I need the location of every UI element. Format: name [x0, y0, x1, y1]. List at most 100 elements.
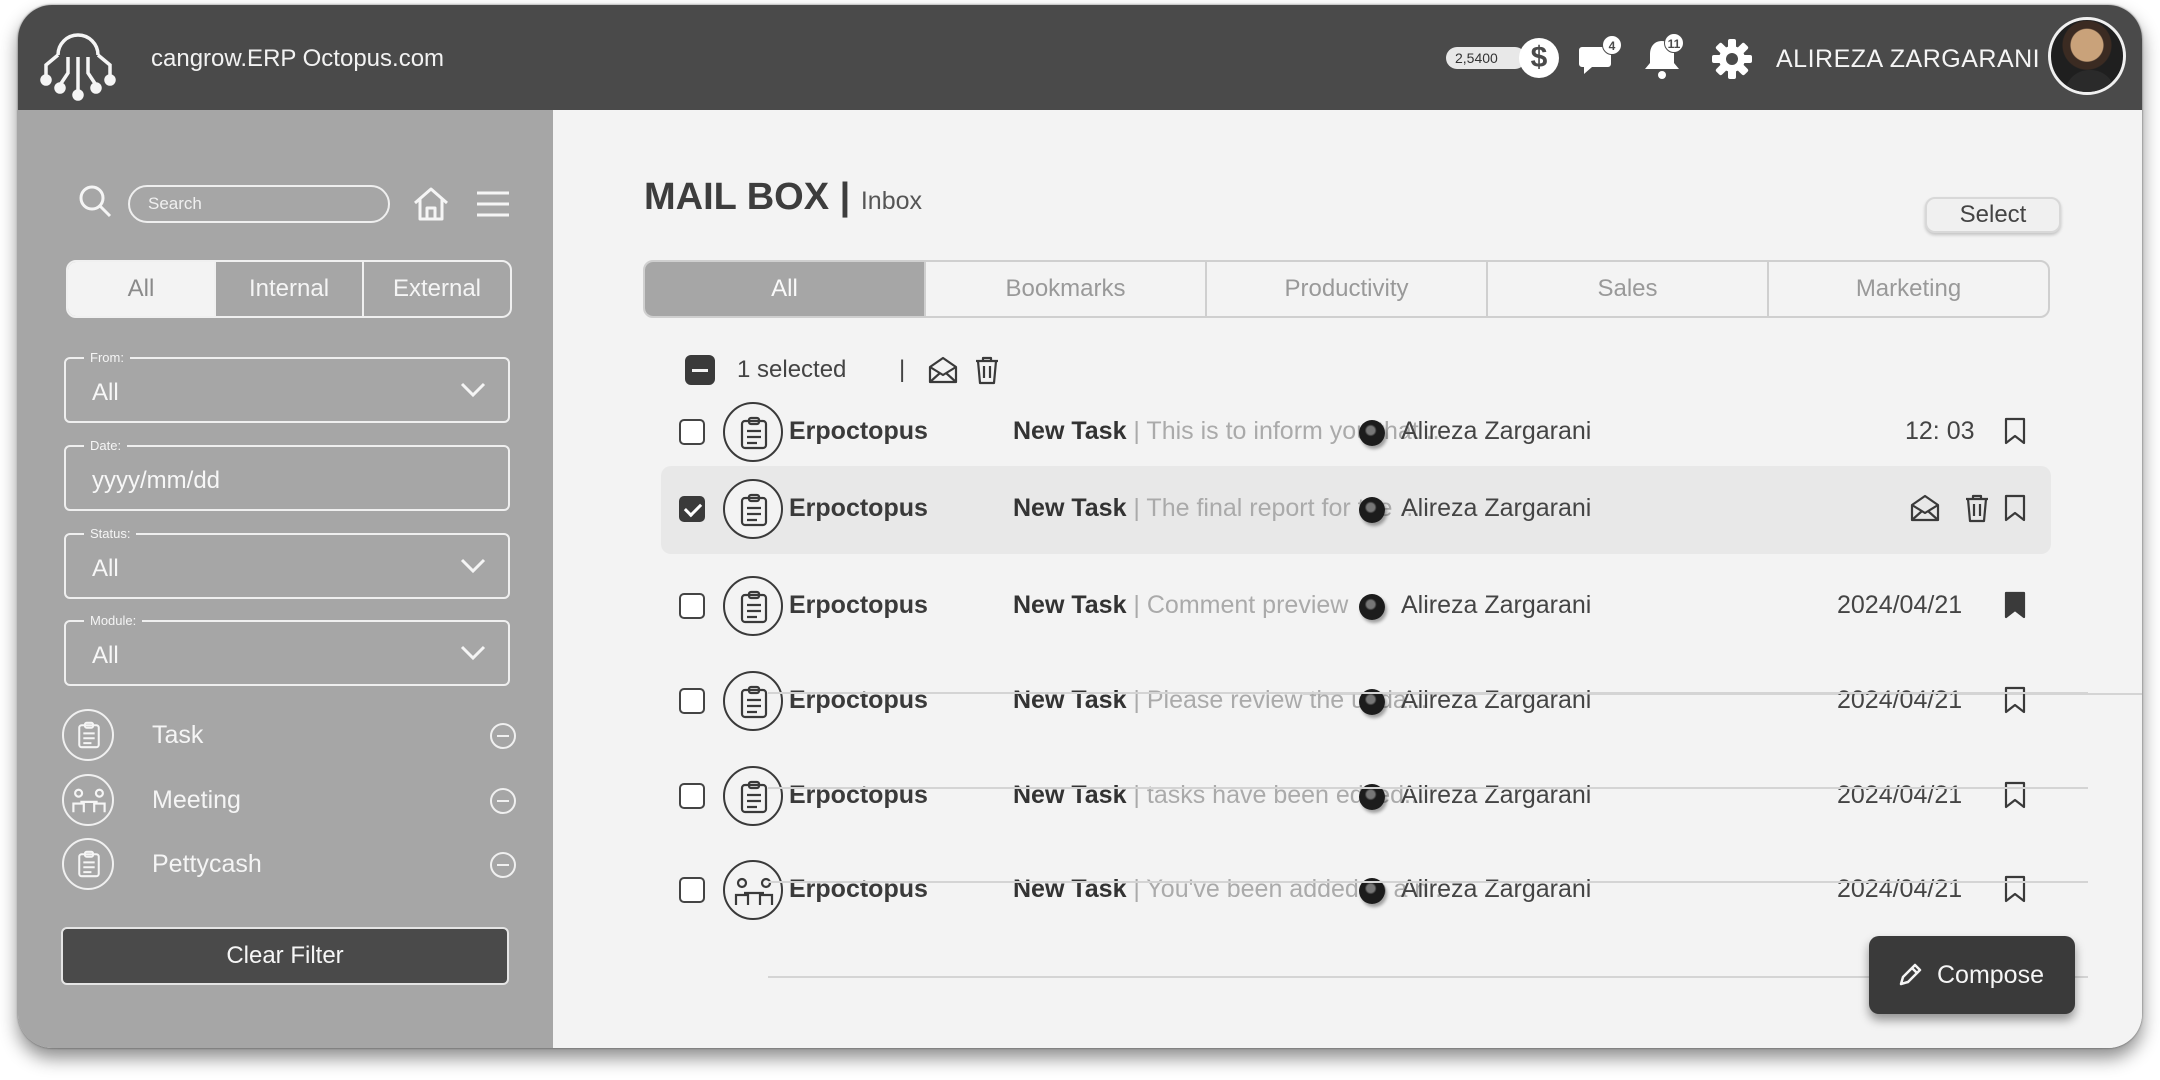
dollar-icon[interactable]: $: [1519, 38, 1559, 78]
user-avatar[interactable]: [2048, 17, 2126, 95]
module-item-pettycash[interactable]: Pettycash: [62, 838, 516, 892]
category-tabs: All Bookmarks Productivity Sales Marketi…: [643, 260, 2050, 318]
from-label: From:: [84, 350, 130, 365]
remove-icon[interactable]: [490, 788, 516, 814]
compose-button[interactable]: Compose: [1869, 936, 2075, 1014]
page-title: MAIL BOX | Inbox: [644, 176, 922, 219]
row-divider: [768, 787, 2088, 789]
avatar-figure: [2065, 70, 2115, 92]
mail-row-checkbox[interactable]: [679, 593, 705, 619]
segment-external[interactable]: External: [362, 262, 510, 316]
tab-marketing[interactable]: Marketing: [1767, 262, 2048, 316]
mail-recipient: Alireza Zargarani: [1401, 417, 1592, 445]
date-label: Date:: [84, 438, 128, 453]
mail-row[interactable]: Erpoctopus New Task | Comment preview Al…: [661, 573, 2051, 639]
mail-sender: Erpoctopus: [789, 494, 928, 522]
clear-filter-button[interactable]: Clear Filter: [61, 927, 509, 985]
tab-sales[interactable]: Sales: [1486, 262, 1767, 316]
mail-row[interactable]: Erpoctopus New Task | Please review the …: [661, 668, 2051, 734]
trash-icon[interactable]: [1961, 492, 1993, 524]
mail-row-checkbox[interactable]: [679, 688, 705, 714]
module-item-meeting[interactable]: Meeting: [62, 774, 516, 828]
remove-icon[interactable]: [490, 852, 516, 878]
select-button[interactable]: Select: [1925, 197, 2061, 233]
module-label-task: Task: [152, 721, 204, 749]
messages-button[interactable]: 4: [1578, 35, 1622, 81]
row-actions: [1909, 492, 1999, 526]
pencil-icon: [1899, 963, 1922, 986]
bookmark-icon[interactable]: [2003, 875, 2027, 903]
mail-recipient: Alireza Zargarani: [1401, 591, 1592, 619]
bookmark-icon[interactable]: [2003, 686, 2027, 714]
bookmark-filled-icon[interactable]: [2003, 591, 2027, 619]
tab-all[interactable]: All: [645, 262, 924, 316]
notifications-button[interactable]: 11: [1642, 33, 1684, 81]
from-select[interactable]: From: All: [64, 350, 510, 423]
module-value: All: [92, 642, 119, 669]
octopus-logo-icon[interactable]: [38, 15, 118, 101]
search-input[interactable]: [128, 185, 390, 223]
mail-row-checkbox[interactable]: [679, 419, 705, 445]
mail-subject: New Task: [1013, 417, 1127, 445]
mail-row-checkbox[interactable]: [679, 877, 705, 903]
bookmark-icon[interactable]: [2003, 494, 2027, 522]
selection-toolbar: 1 selected |: [685, 350, 1085, 390]
messages-badge: 4: [1602, 35, 1622, 55]
deselect-all-checkbox[interactable]: [685, 355, 715, 385]
mailbox-panel: MAIL BOX | Inbox Select All Bookmarks Pr…: [553, 110, 2142, 1048]
date-field[interactable]: Date: yyyy/mm/dd: [64, 438, 510, 511]
mail-sender: Erpoctopus: [789, 591, 928, 619]
segment-all[interactable]: All: [68, 262, 214, 316]
balance-amount: 2,5400: [1446, 47, 1526, 69]
settings-button[interactable]: [1710, 37, 1754, 81]
module-item-task[interactable]: Task: [62, 709, 516, 763]
mark-read-envelope-icon[interactable]: [927, 354, 959, 386]
mail-subject-line: New Task | Comment preview: [1013, 591, 1349, 619]
mark-read-envelope-icon[interactable]: [1909, 492, 1941, 524]
search-icon[interactable]: [78, 184, 112, 218]
bookmark-icon[interactable]: [2003, 781, 2027, 809]
recipient-avatar: [1359, 594, 1385, 620]
mail-row[interactable]: Erpoctopus New Task | tasks have been ed…: [661, 763, 2051, 829]
mail-date: 2024/04/21: [1837, 591, 1963, 619]
hamburger-menu-icon[interactable]: [476, 190, 510, 218]
source-segmented-control: All Internal External: [66, 260, 512, 318]
mail-date: 2024/04/21: [1837, 875, 1963, 903]
top-bar: cangrow.ERP Octopus.com 2,5400 $ 4 11 AL…: [18, 5, 2142, 110]
mail-row-checkbox[interactable]: [679, 496, 705, 522]
mail-row-selected[interactable]: Erpoctopus New Task | The final report f…: [661, 466, 2051, 554]
clipboard-icon: [723, 671, 783, 731]
remove-icon[interactable]: [490, 723, 516, 749]
tab-bookmarks[interactable]: Bookmarks: [924, 262, 1205, 316]
mail-recipient: Alireza Zargarani: [1401, 494, 1592, 522]
toolbar-separator: |: [899, 356, 906, 383]
row-divider: [768, 881, 2088, 883]
clipboard-icon: [723, 576, 783, 636]
mail-recipient: Alireza Zargarani: [1401, 686, 1592, 714]
mail-preview: Please review the upda...: [1146, 686, 1428, 714]
app-window: cangrow.ERP Octopus.com 2,5400 $ 4 11 AL…: [18, 5, 2142, 1048]
clipboard-icon: [723, 402, 783, 462]
module-label: Module:: [84, 613, 143, 628]
meeting-icon: [723, 860, 783, 920]
mail-row[interactable]: Erpoctopus New Task | This is to inform …: [661, 399, 2051, 465]
user-name[interactable]: ALIREZA ZARGARANI: [1776, 45, 2040, 74]
mail-subject: New Task: [1013, 875, 1127, 903]
status-select[interactable]: Status: All: [64, 526, 510, 599]
segment-internal[interactable]: Internal: [214, 262, 362, 316]
clipboard-icon: [723, 766, 783, 826]
recipient-avatar: [1359, 420, 1385, 446]
mail-row-checkbox[interactable]: [679, 783, 705, 809]
date-value: yyyy/mm/dd: [92, 467, 221, 494]
trash-icon[interactable]: [971, 354, 1003, 386]
module-select[interactable]: Module: All: [64, 613, 510, 686]
mail-preview: Comment preview: [1146, 591, 1349, 619]
home-icon[interactable]: [412, 186, 450, 222]
from-value: All: [92, 379, 119, 406]
mail-date: 2024/04/21: [1837, 781, 1963, 809]
mail-sender: Erpoctopus: [789, 686, 928, 714]
mail-row[interactable]: Erpoctopus New Task | You've been added …: [661, 857, 2051, 923]
tab-productivity[interactable]: Productivity: [1205, 262, 1486, 316]
chevron-down-icon: [460, 645, 486, 661]
bookmark-icon[interactable]: [2003, 417, 2027, 445]
